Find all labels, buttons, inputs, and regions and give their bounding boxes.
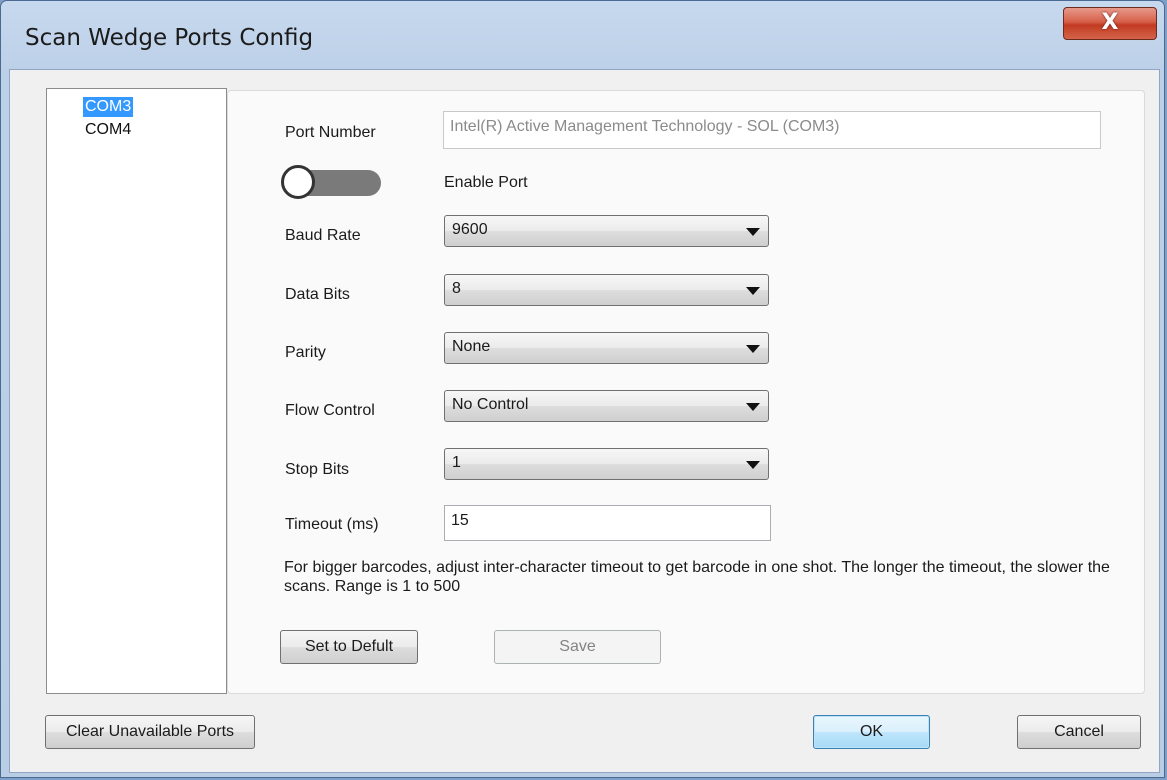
flow-control-select[interactable]: No Control	[444, 390, 769, 422]
parity-value: None	[452, 338, 491, 355]
baud-rate-select[interactable]: 9600	[444, 215, 769, 247]
cancel-button[interactable]: Cancel	[1017, 715, 1141, 749]
flow-control-value: No Control	[452, 396, 529, 413]
dialog-window: Scan Wedge Ports Config X COM3 COM4 Port…	[0, 0, 1165, 778]
dropdown-arrow-icon	[746, 287, 760, 295]
window-title: Scan Wedge Ports Config	[25, 25, 314, 51]
stop-bits-label: Stop Bits	[285, 461, 350, 478]
close-button[interactable]: X	[1063, 7, 1157, 40]
parity-label: Parity	[285, 344, 326, 361]
enable-port-label: Enable Port	[444, 174, 528, 191]
port-number-label: Port Number	[285, 124, 376, 141]
port-number-field: Intel(R) Active Management Technology - …	[443, 111, 1101, 149]
data-bits-label: Data Bits	[285, 286, 350, 303]
timeout-label: Timeout (ms)	[285, 516, 379, 533]
close-icon: X	[1101, 10, 1119, 35]
set-to-default-button[interactable]: Set to Defult	[280, 630, 418, 664]
port-list[interactable]: COM3 COM4	[46, 88, 227, 694]
parity-select[interactable]: None	[444, 332, 769, 364]
baud-rate-value: 9600	[452, 221, 488, 238]
dropdown-arrow-icon	[746, 403, 760, 411]
timeout-hint-text: For bigger barcodes, adjust inter-charac…	[284, 559, 1110, 595]
data-bits-select[interactable]: 8	[444, 274, 769, 306]
ok-button[interactable]: OK	[813, 715, 930, 749]
toggle-knob	[281, 165, 315, 199]
enable-port-toggle[interactable]	[281, 165, 381, 199]
clear-unavailable-ports-button[interactable]: Clear Unavailable Ports	[45, 715, 255, 749]
port-list-item-com3[interactable]: COM3	[83, 97, 134, 117]
dropdown-arrow-icon	[746, 345, 760, 353]
stop-bits-value: 1	[452, 454, 461, 471]
flow-control-label: Flow Control	[285, 402, 375, 419]
dialog-client-area: COM3 COM4 Port Number Intel(R) Active Ma…	[9, 69, 1160, 773]
port-list-item-com4[interactable]: COM4	[83, 120, 133, 140]
timeout-input[interactable]: 15	[444, 505, 771, 541]
data-bits-value: 8	[452, 280, 461, 297]
dropdown-arrow-icon	[746, 461, 760, 469]
save-button[interactable]: Save	[494, 630, 661, 664]
port-settings-panel: Port Number Intel(R) Active Management T…	[227, 90, 1145, 694]
dropdown-arrow-icon	[746, 228, 760, 236]
baud-rate-label: Baud Rate	[285, 227, 361, 244]
stop-bits-select[interactable]: 1	[444, 448, 769, 480]
